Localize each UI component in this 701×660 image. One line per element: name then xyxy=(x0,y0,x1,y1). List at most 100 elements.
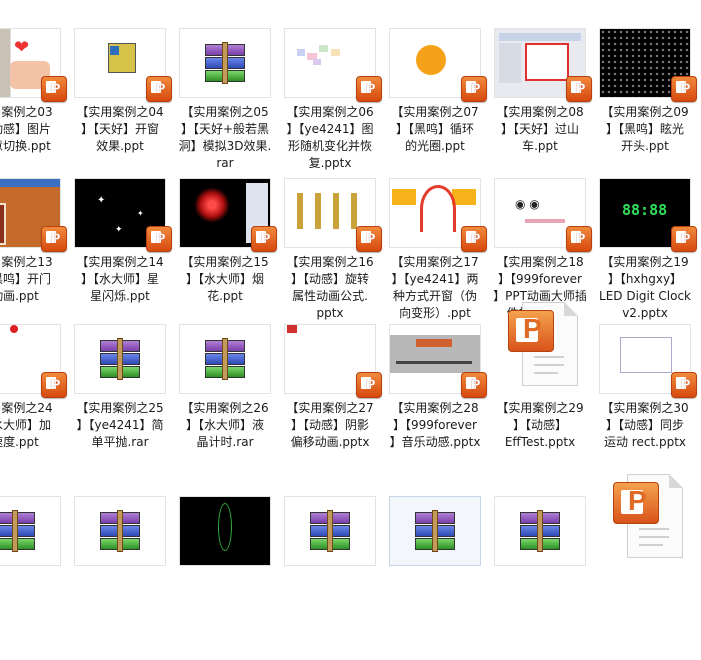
file-item[interactable]: 【实用案例之16 】【动感】旋转 属性动画公式. pptx xyxy=(278,176,382,342)
file-name-line: 】【水大师】液 xyxy=(185,418,264,432)
file-name-line: 【实用案例之27 xyxy=(286,401,374,415)
file-name-line: 【实用案例之15 xyxy=(181,255,269,269)
file-name-line: 花.ppt xyxy=(207,289,243,303)
rar-archive-icon xyxy=(520,510,560,552)
file-name-line: 运动 rect.pptx xyxy=(603,435,687,449)
file-item[interactable] xyxy=(488,494,592,660)
powerpoint-file-icon xyxy=(508,302,578,386)
file-item[interactable]: 实用案例之13 【黑鸣】开门 动画.ppt xyxy=(0,176,67,342)
file-item[interactable]: 【实用案例之08 】【天好】过山 车.ppt xyxy=(488,26,592,192)
rar-archive-icon xyxy=(415,510,455,552)
file-name-line: 车.ppt xyxy=(522,139,558,153)
powerpoint-badge-icon xyxy=(461,76,487,102)
file-item[interactable]: 【实用案例之07 】【黑鸣】循环 的光圈.ppt xyxy=(383,26,487,192)
file-name-line: 实用案例之24 xyxy=(0,401,53,415)
file-name-line: 【实用案例之17 xyxy=(391,255,479,269)
file-name-line: 【实用案例之09 xyxy=(601,105,689,119)
file-name-line: 动画.ppt xyxy=(0,289,39,303)
file-item[interactable] xyxy=(593,474,697,660)
file-name: 【实用案例之14 】【水大师】星 星闪烁.ppt xyxy=(68,254,172,305)
file-item[interactable]: 【实用案例之25 】【ye4241】简 单平抛.rar xyxy=(68,322,172,488)
file-name-line: 【动感】图片 xyxy=(0,122,51,136)
file-name: 【实用案例之27 】【动感】阴影 偏移动画.pptx xyxy=(278,400,382,451)
file-item[interactable] xyxy=(173,494,277,660)
file-name-line: 【水大师】加 xyxy=(0,418,51,432)
file-thumbnail xyxy=(74,324,166,394)
file-name-line: 复.pptx xyxy=(308,156,352,170)
file-thumbnail xyxy=(179,496,271,566)
file-name-line: 速度.ppt xyxy=(0,435,39,449)
file-name-line: 【实用案例之05 xyxy=(181,105,269,119)
file-item[interactable] xyxy=(278,494,382,660)
file-name: 【实用案例之26 】【水大师】液 晶计时.rar xyxy=(173,400,277,451)
file-name-line: 】【ye4241】两 xyxy=(391,272,479,286)
file-item[interactable]: ✦ ✦ ✦ 【实用案例之14 】【水大师】星 星闪烁.ppt xyxy=(68,176,172,342)
file-name-line: 单平抛.rar xyxy=(91,435,149,449)
file-name-line: 【实用案例之28 xyxy=(391,401,479,415)
file-name-line: 【实用案例之06 xyxy=(286,105,374,119)
file-item[interactable]: 【实用案例之05 】【天好+般若黑 洞】模拟3D效果. rar xyxy=(173,26,277,192)
file-item[interactable]: 【实用案例之28 】【999forever 】音乐动感.pptx xyxy=(383,322,487,488)
file-item[interactable]: 【实用案例之06 】【ye4241】图 形随机变化并恢 复.pptx xyxy=(278,26,382,192)
powerpoint-badge-icon xyxy=(671,226,697,252)
file-item[interactable]: 【实用案例之30 】【动感】同步 运动 rect.pptx xyxy=(593,322,697,488)
led-clock-digits: 88:88 xyxy=(622,201,668,219)
file-name: 【实用案例之16 】【动感】旋转 属性动画公式. pptx xyxy=(278,254,382,322)
file-name: 【实用案例之30 】【动感】同步 运动 rect.pptx xyxy=(593,400,697,451)
file-name: 【实用案例之19 】【hxhgxy】 LED Digit Clock v2.pp… xyxy=(593,254,697,322)
file-name-line: 偏移动画.pptx xyxy=(290,435,370,449)
file-item[interactable]: 【实用案例之15 】【水大师】烟 花.ppt xyxy=(173,176,277,342)
file-name-line: 】【hxhgxy】 xyxy=(607,272,683,286)
file-name-line: 】【天好】开窗 xyxy=(80,122,159,136)
powerpoint-badge-icon xyxy=(671,372,697,398)
file-item[interactable]: 【实用案例之17 】【ye4241】两 种方式开窗（伪 向变形）.ppt xyxy=(383,176,487,342)
file-thumbnail xyxy=(179,324,271,394)
file-name-line: 【实用案例之19 xyxy=(601,255,689,269)
file-name-line: pptx xyxy=(316,306,344,320)
rar-archive-icon xyxy=(100,510,140,552)
file-name-line: 属性动画公式. xyxy=(292,289,368,303)
file-item[interactable]: 【实用案例之04 】【天好】开窗 效果.ppt xyxy=(68,26,172,192)
file-name-line: 【实用案例之14 xyxy=(76,255,164,269)
file-name-line: 【实用案例之29 xyxy=(496,401,584,415)
powerpoint-badge-icon xyxy=(41,372,67,398)
file-name-line: 实用案例之13 xyxy=(0,255,53,269)
file-name-line: 形随机变化并恢 xyxy=(287,139,372,153)
file-name-line: 】【动感】旋转 xyxy=(290,272,369,286)
file-name-line: 】【999forever xyxy=(393,418,477,432)
powerpoint-badge-icon xyxy=(566,226,592,252)
file-name-line: 】【黑鸣】眩光 xyxy=(605,122,684,136)
file-name-line: 】【水大师】星 xyxy=(80,272,159,286)
file-item[interactable]: 【实用案例之29 】【动感】 EffTest.pptx xyxy=(488,302,592,488)
file-item[interactable] xyxy=(0,494,67,660)
file-name: 实用案例之24 【水大师】加 速度.ppt xyxy=(0,400,67,451)
file-name: 【实用案例之17 】【ye4241】两 种方式开窗（伪 向变形）.ppt xyxy=(383,254,487,322)
file-name-line: 【实用案例之30 xyxy=(601,401,689,415)
file-name-line: LED Digit Clock xyxy=(599,289,691,303)
file-item[interactable]: 88:88 【实用案例之19 】【hxhgxy】 LED Digit Clock… xyxy=(593,176,697,342)
file-name: 【实用案例之07 】【黑鸣】循环 的光圈.ppt xyxy=(383,104,487,155)
file-name-line: 【黑鸣】开门 xyxy=(0,272,51,286)
file-name-line: 】【水大师】烟 xyxy=(185,272,264,286)
file-item[interactable]: ❤ 实用案例之03 【动感】图片 随意切换.ppt xyxy=(0,26,67,192)
file-name-line: rar xyxy=(216,156,234,170)
file-item[interactable]: 【实用案例之27 】【动感】阴影 偏移动画.pptx xyxy=(278,322,382,488)
file-name-line: 星闪烁.ppt xyxy=(90,289,150,303)
powerpoint-badge-icon xyxy=(356,76,382,102)
file-item[interactable] xyxy=(68,494,172,660)
file-name-line: 种方式开窗（伪 xyxy=(392,289,477,303)
file-name-line: 】【动感】阴影 xyxy=(290,418,369,432)
file-thumbnail xyxy=(74,496,166,566)
file-name-line: 洞】模拟3D效果. xyxy=(178,139,272,153)
file-name-line: 】音乐动感.pptx xyxy=(389,435,481,449)
powerpoint-badge-icon xyxy=(461,226,487,252)
file-item[interactable]: 实用案例之24 【水大师】加 速度.ppt xyxy=(0,322,67,488)
file-item[interactable] xyxy=(383,494,487,660)
file-name: 【实用案例之28 】【999forever 】音乐动感.pptx xyxy=(383,400,487,451)
file-name-line: 】【天好】过山 xyxy=(500,122,579,136)
file-name-line: 随意切换.ppt xyxy=(0,139,51,153)
file-name-line: 实用案例之03 xyxy=(0,105,53,119)
powerpoint-badge-icon xyxy=(251,226,277,252)
file-item[interactable]: 【实用案例之26 】【水大师】液 晶计时.rar xyxy=(173,322,277,488)
file-item[interactable]: 【实用案例之09 】【黑鸣】眩光 开头.ppt xyxy=(593,26,697,192)
